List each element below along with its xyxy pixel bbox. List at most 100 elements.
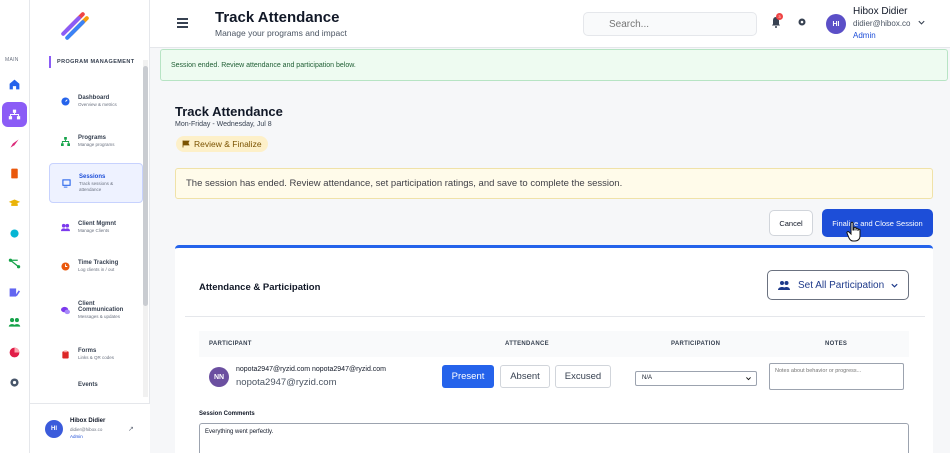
sidebar-item-label: Forms <box>78 347 97 354</box>
users-icon <box>778 281 790 290</box>
chevron-down-icon <box>891 283 898 288</box>
avatar[interactable]: HI <box>826 14 846 34</box>
clipboard-icon <box>60 349 70 359</box>
rail-section-label: MAIN <box>5 57 19 63</box>
gear-icon[interactable] <box>2 370 27 395</box>
participant-name: nopota2947@ryzid.com nopota2947@ryzid.co… <box>236 366 387 373</box>
sidebar-user-footer: HI Hibox Didier didier@hibox.co Admin ↗ <box>30 403 150 453</box>
header-user-role: Admin <box>853 31 876 40</box>
attendance-present-button[interactable]: Present <box>442 365 494 388</box>
review-notice: The session has ended. Review attendance… <box>175 168 933 199</box>
cancel-button[interactable]: Cancel <box>769 210 813 236</box>
users-icon[interactable] <box>2 310 27 335</box>
hand-cursor-icon <box>846 221 861 242</box>
column-header-participant: PARTICIPANT <box>209 341 252 347</box>
sidebar-item-dashboard[interactable]: Dashboard Overview & metrics <box>49 81 143 121</box>
sidebar-item-client-mgmnt[interactable]: Client Mgmnt Manage Clients <box>49 207 143 247</box>
scrollbar-thumb[interactable] <box>143 66 148 306</box>
nav-section-title: PROGRAM MANAGEMENT <box>49 56 134 68</box>
sidebar-item-label: Time Tracking <box>78 259 119 266</box>
notification-badge: 3 <box>776 13 783 20</box>
top-header: Track Attendance Manage your programs an… <box>150 0 950 48</box>
sidebar-item-sub: Messages & updates <box>78 313 121 319</box>
column-header-attendance: ATTENDANCE <box>505 341 549 347</box>
chart-pie-icon[interactable] <box>2 340 27 365</box>
table-header: PARTICIPANT ATTENDANCE PARTICIPATION NOT… <box>199 331 909 357</box>
footer-user-email: didier@hibox.co <box>70 427 103 432</box>
user-edit-icon[interactable] <box>2 280 27 305</box>
sidebar-item-time-tracking[interactable]: Time Tracking Log clients in / out <box>49 246 143 286</box>
gear-icon[interactable] <box>797 17 807 27</box>
footer-user-role: Admin <box>70 434 83 439</box>
participation-value: N/A <box>642 375 653 381</box>
divider <box>185 316 925 317</box>
sidebar-scrollbar[interactable] <box>143 60 148 397</box>
session-date: Mon-Friday - Wednesday, Jul 8 <box>175 121 272 128</box>
route-icon[interactable] <box>2 251 27 276</box>
notes-field[interactable] <box>769 363 904 390</box>
chevron-down-icon <box>746 377 751 381</box>
header-user-email: didier@hibox.co <box>853 19 911 28</box>
column-header-participation: PARTICIPATION <box>671 341 721 347</box>
sidebar-item-label: Sessions <box>79 173 106 180</box>
attendance-card: Attendance & Participation Set All Parti… <box>175 245 933 453</box>
sidebar-item-label: Client Mgmnt <box>78 220 116 227</box>
session-comments-field[interactable]: Everything went perfectly. <box>199 423 909 453</box>
sidebar-item-label: Programs <box>78 134 107 141</box>
external-link-icon[interactable]: ↗ <box>128 425 134 433</box>
avatar[interactable]: HI <box>45 420 63 438</box>
status-badge: Review & Finalize <box>176 136 268 152</box>
participant-email: nopota2947@ryzid.com <box>236 377 337 388</box>
calendar-icon <box>60 380 70 390</box>
sitemap-icon[interactable] <box>2 102 27 127</box>
dashboard-icon <box>60 96 70 106</box>
sidebar-item-sub: Overview & metrics <box>78 101 117 107</box>
sidebar-item-sub: Links & QR codes <box>78 354 115 360</box>
users-icon <box>60 222 70 232</box>
sidebar-item-client-communication[interactable]: Client Communication Messages & updates <box>49 290 143 330</box>
search-input[interactable] <box>583 12 757 36</box>
sidebar-item-sub: Track sessions & attendance <box>79 180 114 192</box>
attendance-excused-button[interactable]: Excused <box>555 365 611 388</box>
sidebar-item-sub: Log clients in / out <box>78 266 115 272</box>
icon-rail: MAIN <box>0 0 30 453</box>
card-title: Attendance & Participation <box>199 282 321 293</box>
sidebar-item-label: Client Communication <box>78 300 124 313</box>
column-header-notes: NOTES <box>825 341 848 347</box>
sidebar: PROGRAM MANAGEMENT Dashboard Overview & m… <box>30 0 150 453</box>
content-title: Track Attendance <box>175 104 283 119</box>
attendance-absent-button[interactable]: Absent <box>500 365 550 388</box>
set-all-participation-button[interactable]: Set All Participation <box>767 270 909 300</box>
header-user-name: Hibox Didier <box>853 6 908 17</box>
graduation-icon[interactable] <box>2 191 27 216</box>
session-comments-label: Session Comments <box>199 411 255 417</box>
session-ended-banner: Session ended. Review attendance and par… <box>160 49 948 81</box>
sidebar-item-label: Events <box>78 382 98 388</box>
status-badge-label: Review & Finalize <box>194 139 262 149</box>
clock-icon <box>60 261 70 271</box>
comments-icon <box>60 305 70 315</box>
table-row: NN nopota2947@ryzid.com nopota2947@ryzid… <box>199 359 909 401</box>
sitemap-icon <box>60 136 70 146</box>
book-icon[interactable] <box>2 161 27 186</box>
flag-icon <box>182 140 190 148</box>
set-all-label: Set All Participation <box>798 279 885 291</box>
sidebar-item-programs[interactable]: Programs Manage programs <box>49 121 143 161</box>
chevron-down-icon[interactable] <box>917 18 926 27</box>
finalize-session-button[interactable]: Finalize and Close Session <box>822 209 933 237</box>
sidebar-item-sub: Manage Clients <box>78 227 110 233</box>
chalkboard-icon <box>61 178 71 188</box>
home-icon[interactable] <box>2 72 27 97</box>
circle-icon[interactable] <box>2 221 27 246</box>
rocket-icon[interactable] <box>2 131 27 156</box>
sidebar-item-sessions[interactable]: Sessions Track sessions & attendance <box>49 163 143 203</box>
page-subtitle: Manage your programs and impact <box>215 28 347 38</box>
sidebar-item-events[interactable]: Events <box>49 368 143 402</box>
sidebar-item-sub: Manage programs <box>78 141 115 147</box>
menu-icon[interactable] <box>177 18 188 28</box>
page-title: Track Attendance <box>215 9 340 26</box>
brand-logo-icon <box>58 7 92 41</box>
footer-user-name: Hibox Didier <box>70 418 106 424</box>
participation-select[interactable]: N/A <box>635 371 757 386</box>
avatar: NN <box>209 367 229 387</box>
